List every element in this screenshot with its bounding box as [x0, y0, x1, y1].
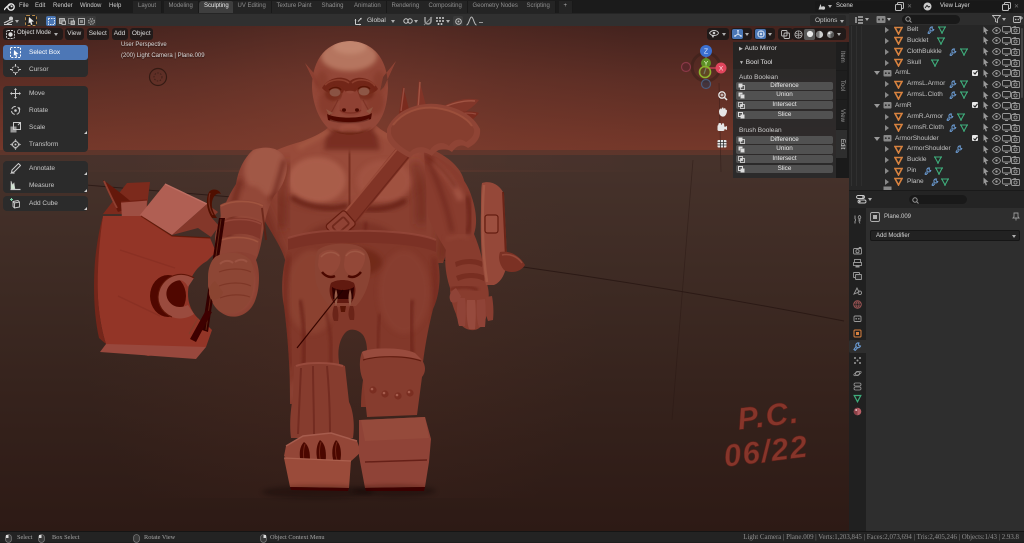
- svg-text:X: X: [719, 66, 724, 73]
- svg-text:Z: Z: [704, 49, 709, 56]
